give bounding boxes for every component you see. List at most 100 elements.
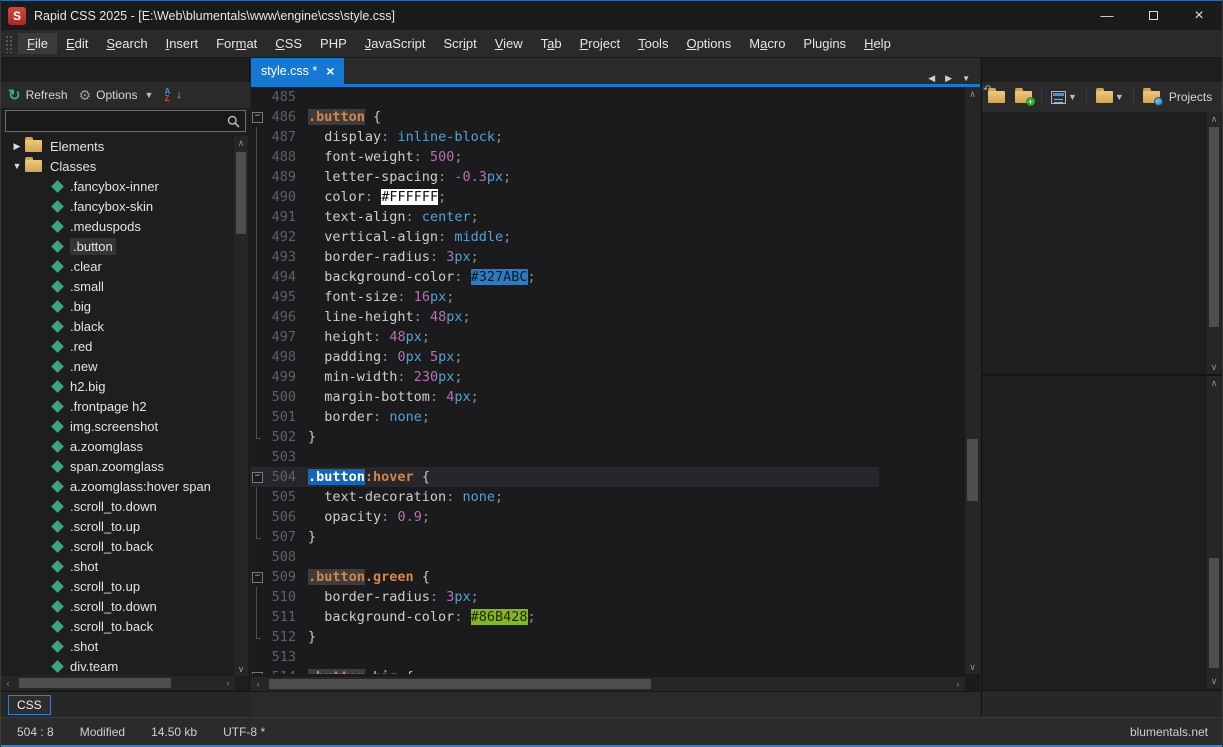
code-line[interactable]: 512}: [251, 627, 879, 647]
code-line[interactable]: 510 border-radius: 3px;: [251, 587, 879, 607]
code-line[interactable]: 504.button:hover {: [251, 467, 879, 487]
menu-plugins[interactable]: Plugins: [794, 33, 855, 54]
tree-class-item[interactable]: .scroll_to.down: [1, 496, 235, 516]
tree-class-item[interactable]: h2.big: [1, 376, 235, 396]
hscrollbar-thumb[interactable]: [19, 678, 171, 688]
menu-tab[interactable]: Tab: [532, 33, 571, 54]
tree-class-item[interactable]: .button: [1, 236, 235, 256]
editor-scrollbar[interactable]: ∧ ∨: [965, 87, 980, 674]
tree-class-item[interactable]: .shot: [1, 636, 235, 656]
tree-class-item[interactable]: .scroll_to.up: [1, 576, 235, 596]
code-line[interactable]: 501 border: none;: [251, 407, 879, 427]
tab-scroll-right-icon[interactable]: ▶: [945, 73, 952, 84]
tree-class-item[interactable]: .clear: [1, 256, 235, 276]
menu-php[interactable]: PHP: [311, 33, 356, 54]
code-line[interactable]: 506 opacity: 0.9;: [251, 507, 879, 527]
tree-class-item[interactable]: .scroll_to.down: [1, 596, 235, 616]
tree-class-item[interactable]: .fancybox-skin: [1, 196, 235, 216]
menu-css[interactable]: CSS: [266, 33, 311, 54]
menu-view[interactable]: View: [486, 33, 532, 54]
menu-help[interactable]: Help: [855, 33, 900, 54]
menu-insert[interactable]: Insert: [157, 33, 208, 54]
menu-file[interactable]: File: [18, 33, 57, 54]
tree-class-item[interactable]: .scroll_to.up: [1, 516, 235, 536]
refresh-button[interactable]: Refresh: [26, 88, 68, 102]
sort-az-icon[interactable]: AZ: [164, 88, 170, 102]
tab-scroll-left-icon[interactable]: ◀: [928, 73, 935, 84]
code-line[interactable]: 508: [251, 547, 879, 567]
file-list-scrollbar[interactable]: ∧ ∨: [1207, 376, 1221, 688]
code-line[interactable]: 496 line-height: 48px;: [251, 307, 879, 327]
tree-class-item[interactable]: .fancybox-inner: [1, 176, 235, 196]
code-line[interactable]: 500 margin-bottom: 4px;: [251, 387, 879, 407]
code-line[interactable]: 490 color: #FFFFFF;: [251, 187, 879, 207]
fold-marker-icon[interactable]: [251, 107, 264, 127]
tree-class-item[interactable]: .frontpage h2: [1, 396, 235, 416]
scrollbar-thumb[interactable]: [1209, 127, 1219, 327]
scroll-down-icon[interactable]: ∨: [1207, 360, 1221, 374]
projects-button[interactable]: Projects: [1169, 90, 1212, 104]
open-parent-folder-icon[interactable]: ↶: [988, 91, 1005, 103]
code-explorer-hscrollbar[interactable]: ‹ ›: [1, 676, 235, 690]
editor-hscrollbar[interactable]: ‹ ›: [251, 677, 965, 691]
scrollbar-thumb[interactable]: [1209, 558, 1219, 668]
scroll-left-icon[interactable]: ‹: [1, 676, 15, 690]
tree-class-item[interactable]: a.zoomglass: [1, 436, 235, 456]
code-line[interactable]: 497 height: 48px;: [251, 327, 879, 347]
scroll-down-icon[interactable]: ∨: [1207, 674, 1221, 688]
scroll-up-icon[interactable]: ∧: [1207, 376, 1221, 390]
tab-list-icon[interactable]: ▼: [962, 74, 970, 83]
code-line[interactable]: 505 text-decoration: none;: [251, 487, 879, 507]
hscrollbar-thumb[interactable]: [269, 679, 651, 689]
code-line[interactable]: 495 font-size: 16px;: [251, 287, 879, 307]
menu-script[interactable]: Script: [434, 33, 485, 54]
css-mode-tab[interactable]: CSS: [8, 695, 51, 715]
tree-class-item[interactable]: img.screenshot: [1, 416, 235, 436]
minimap[interactable]: [879, 87, 965, 674]
menu-macro[interactable]: Macro: [740, 33, 794, 54]
menu-tools[interactable]: Tools: [629, 33, 677, 54]
fold-marker-icon[interactable]: [251, 467, 264, 487]
maximize-button[interactable]: [1130, 1, 1176, 30]
code-line[interactable]: 502}: [251, 427, 879, 447]
minimize-button[interactable]: —: [1084, 1, 1130, 30]
view-mode-icon[interactable]: ▼: [1051, 91, 1077, 104]
code-line[interactable]: 488 font-weight: 500;: [251, 147, 879, 167]
fold-marker-icon[interactable]: [251, 667, 264, 674]
tree-class-item[interactable]: .small: [1, 276, 235, 296]
code-line[interactable]: 507}: [251, 527, 879, 547]
gear-icon[interactable]: ⚙: [79, 87, 92, 104]
menu-project[interactable]: Project: [571, 33, 629, 54]
menu-search[interactable]: Search: [97, 33, 156, 54]
options-button[interactable]: Options: [96, 88, 137, 102]
code-line[interactable]: 491 text-align: center;: [251, 207, 879, 227]
scroll-up-icon[interactable]: ∧: [234, 136, 248, 150]
tree-class-item[interactable]: .big: [1, 296, 235, 316]
code-line[interactable]: 494 background-color: #327ABC;: [251, 267, 879, 287]
folder-menu-icon[interactable]: ▼: [1096, 91, 1124, 103]
menu-options[interactable]: Options: [677, 33, 740, 54]
tree-folder-classes[interactable]: ▼Classes: [1, 156, 235, 176]
code-line[interactable]: 513: [251, 647, 879, 667]
scroll-up-icon[interactable]: ∧: [1207, 112, 1221, 126]
tree-class-item[interactable]: div.team: [1, 656, 235, 676]
document-tab[interactable]: style.css * ×: [251, 58, 344, 84]
scrollbar-thumb[interactable]: [967, 439, 978, 501]
tree-folder-elements[interactable]: ▶Elements: [1, 136, 235, 156]
code-line[interactable]: 499 min-width: 230px;: [251, 367, 879, 387]
encoding[interactable]: UTF-8 *: [223, 725, 265, 739]
search-icon[interactable]: [227, 115, 240, 128]
tree-class-item[interactable]: .scroll_to.back: [1, 616, 235, 636]
code-line[interactable]: 485: [251, 87, 879, 107]
tree-class-item[interactable]: .red: [1, 336, 235, 356]
code-line[interactable]: 489 letter-spacing: -0.3px;: [251, 167, 879, 187]
scrollbar-thumb[interactable]: [236, 152, 246, 234]
code-line[interactable]: 503: [251, 447, 879, 467]
tree-class-item[interactable]: .meduspods: [1, 216, 235, 236]
scroll-right-icon[interactable]: ›: [221, 676, 235, 690]
tree-class-item[interactable]: .black: [1, 316, 235, 336]
site-link[interactable]: blumentals.net: [1130, 725, 1208, 739]
scroll-right-icon[interactable]: ›: [951, 677, 965, 691]
tree-class-item[interactable]: a.zoomglass:hover span: [1, 476, 235, 496]
projects-folder-icon[interactable]: [1143, 91, 1160, 103]
